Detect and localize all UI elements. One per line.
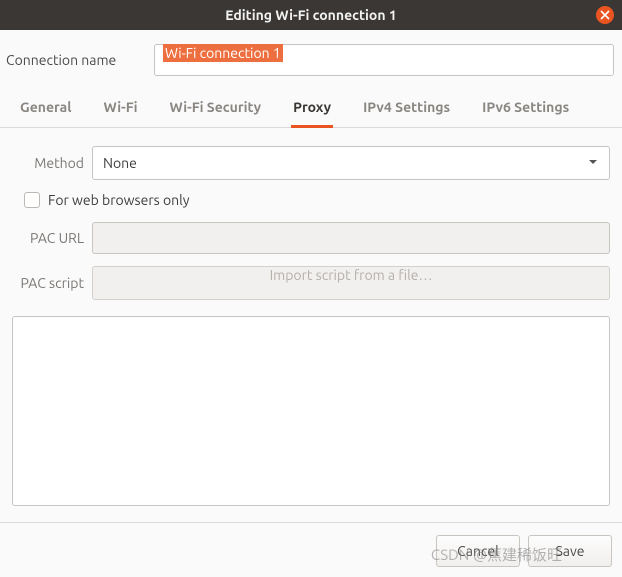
method-select[interactable]: None xyxy=(92,146,610,180)
connection-name-row: Connection name Wi-Fi connection 1 xyxy=(0,30,622,86)
cancel-button[interactable]: Cancel xyxy=(436,535,520,567)
connection-name-label: Connection name xyxy=(2,52,142,68)
method-label: Method xyxy=(12,155,84,171)
pac-script-textarea[interactable] xyxy=(12,316,610,506)
chevron-down-icon xyxy=(587,155,599,171)
titlebar: Editing Wi-Fi connection 1 xyxy=(0,0,622,30)
import-script-button[interactable]: Import script from a file… xyxy=(92,266,610,300)
tab-general[interactable]: General xyxy=(20,86,72,127)
save-button[interactable]: Save xyxy=(528,535,612,567)
web-only-label: For web browsers only xyxy=(48,192,190,208)
tab-proxy[interactable]: Proxy xyxy=(293,86,331,127)
pac-url-input[interactable] xyxy=(92,222,610,254)
connection-name-input[interactable]: Wi-Fi connection 1 xyxy=(154,44,614,76)
tab-wifi[interactable]: Wi-Fi xyxy=(104,86,138,127)
method-value: None xyxy=(103,155,137,171)
pac-url-label: PAC URL xyxy=(12,230,84,246)
tab-ipv6[interactable]: IPv6 Settings xyxy=(482,86,569,127)
tab-wifi-security[interactable]: Wi-Fi Security xyxy=(169,86,261,127)
connection-name-value: Wi-Fi connection 1 xyxy=(163,44,283,62)
tab-ipv4[interactable]: IPv4 Settings xyxy=(363,86,450,127)
tabs: General Wi-Fi Wi-Fi Security Proxy IPv4 … xyxy=(0,86,622,128)
close-icon xyxy=(600,7,610,23)
footer: Cancel Save xyxy=(0,522,622,567)
window-title: Editing Wi-Fi connection 1 xyxy=(225,7,397,23)
proxy-form: Method None For web browsers only PAC UR… xyxy=(0,128,622,316)
close-button[interactable] xyxy=(596,6,614,24)
pac-script-label: PAC script xyxy=(12,275,84,291)
web-only-checkbox[interactable] xyxy=(24,192,40,208)
